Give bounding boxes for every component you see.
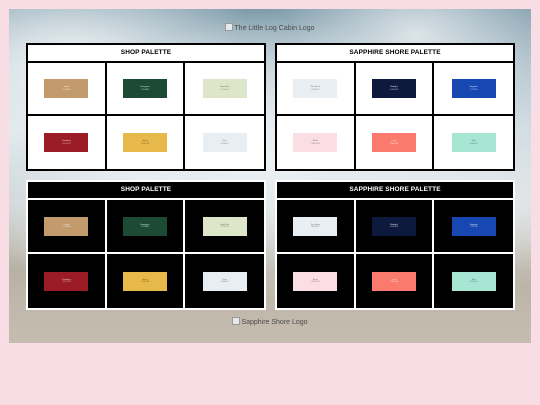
palette-title: SAPPHIRE SHORE PALETTE (277, 45, 513, 63)
color-swatch: Blush #FBDDE4 (293, 271, 338, 291)
swatch-cell: Camel #C39A6B (28, 63, 107, 116)
color-swatch: Sea Foam #E8EEF1 (293, 79, 338, 98)
color-swatch: Mint #A8E6D4 (451, 133, 496, 152)
swatch-cell: Sage Mist #DDE6C9 (185, 63, 264, 116)
swatch-cell: Mint #A8E6D4 (434, 116, 513, 169)
swatch-cell: Evergreen #1D4A34 (106, 200, 186, 254)
swatch-hex: #DDE6C9 (220, 226, 230, 228)
color-swatch: Cranberry #9C1C25 (44, 133, 89, 152)
swatch-hex: #FBDDE4 (310, 142, 320, 145)
palette-title: SHOP PALETTE (28, 182, 264, 200)
bottom-logo-alt-text: Sapphire Shore Logo (241, 319, 308, 326)
swatch-cell: Midnight #0D1A3D (355, 200, 435, 254)
swatch-hex: #A8E6D4 (469, 142, 478, 145)
color-swatch: Mint #A8E6D4 (451, 271, 496, 291)
color-swatch: Camel #C39A6B (44, 79, 89, 98)
swatch-hex: #E8EFF2 (220, 142, 229, 145)
swatch-hex: #A8E6D4 (469, 281, 478, 283)
color-swatch: Sage Mist #DDE6C9 (202, 79, 247, 98)
swatch-hex: #9C1C25 (62, 281, 71, 283)
swatch-cell: Camel #C39A6B (28, 200, 107, 254)
swatch-hex: #1747B0 (469, 88, 478, 91)
swatch-hex: #C39A6B (62, 226, 71, 228)
color-swatch: Sapphire #1747B0 (451, 216, 496, 236)
swatch-hex: #0D1A3D (389, 226, 399, 228)
palette-title: SHOP PALETTE (28, 45, 264, 63)
swatch-cell: Sapphire #1747B0 (434, 200, 513, 254)
palette-title: SAPPHIRE SHORE PALETTE (277, 182, 513, 200)
swatch-cell: Sage Mist #DDE6C9 (185, 200, 264, 254)
color-swatch: Camel #C39A6B (44, 216, 89, 236)
top-logo-alt-text: The Little Log Cabin Logo (234, 25, 315, 32)
swatch-hex: #E8EEF1 (311, 88, 320, 91)
swatch-grid: Camel #C39A6B Evergreen #1D4A34 Sage Mist #DD… (28, 63, 264, 169)
shop-palette-light: SHOP PALETTE Camel #C39A6B Evergreen #1D4A3… (26, 43, 266, 171)
swatch-grid: Sea Foam #E8EEF1 Midnight #0D1A3D Sapphire #1… (277, 200, 513, 308)
swatch-cell: Honey #E6B94A (106, 254, 186, 308)
swatch-hex: #E8EFF2 (220, 281, 229, 283)
color-swatch: Blush #FBDDE4 (293, 133, 338, 152)
swatch-hex: #C39A6B (62, 88, 71, 91)
color-swatch: Frost #E8EFF2 (202, 271, 247, 291)
broken-image-icon (225, 23, 234, 31)
color-swatch: Coral #FA7A6E (371, 271, 416, 291)
swatch-cell: Cranberry #9C1C25 (28, 254, 107, 308)
swatch-hex: #1D4A34 (140, 88, 150, 91)
swatch-hex: #E6B94A (140, 281, 150, 283)
swatch-hex: #FA7A6E (389, 281, 399, 283)
swatch-hex: #0D1A3D (389, 88, 399, 91)
swatch-grid: Sea Foam #E8EEF1 Midnight #0D1A3D Sapphire #1… (277, 63, 513, 169)
color-swatch: Honey #E6B94A (122, 271, 167, 291)
swatch-hex: #DDE6C9 (220, 88, 230, 91)
color-swatch: Sapphire #1747B0 (451, 79, 496, 98)
swatch-hex: #E6B94A (140, 142, 150, 145)
swatch-hex: #FA7A6E (389, 142, 399, 145)
swatch-cell: Sea Foam #E8EEF1 (277, 63, 356, 116)
swatch-cell: Blush #FBDDE4 (277, 254, 356, 308)
swatch-cell: Coral #FA7A6E (355, 254, 435, 308)
broken-image-icon (232, 317, 241, 325)
hero-background: The Little Log Cabin Logo SHOP PALETTE C… (9, 9, 531, 343)
sapphire-shore-palette-light: SAPPHIRE SHORE PALETTE Sea Foam #E8EEF1 Mi… (275, 43, 515, 171)
swatch-hex: #E8EEF1 (311, 226, 320, 228)
color-swatch: Coral #FA7A6E (371, 133, 416, 152)
swatch-hex: #1747B0 (469, 226, 478, 228)
swatch-cell: Sea Foam #E8EEF1 (277, 200, 356, 254)
color-swatch: Evergreen #1D4A34 (122, 216, 167, 236)
shop-palette-dark: SHOP PALETTE Camel #C39A6B Evergreen #1D4A3… (26, 180, 266, 310)
color-swatch: Frost #E8EFF2 (202, 133, 247, 152)
swatch-cell: Evergreen #1D4A34 (106, 63, 186, 116)
swatch-cell: Honey #E6B94A (106, 116, 186, 169)
swatch-cell: Sapphire #1747B0 (434, 63, 513, 116)
color-swatch: Cranberry #9C1C25 (44, 271, 89, 291)
swatch-hex: #1D4A34 (140, 226, 150, 228)
color-swatch: Midnight #0D1A3D (371, 216, 416, 236)
color-swatch: Honey #E6B94A (122, 133, 167, 152)
top-logo: The Little Log Cabin Logo (9, 23, 531, 32)
swatch-cell: Mint #A8E6D4 (434, 254, 513, 308)
swatch-cell: Blush #FBDDE4 (277, 116, 356, 169)
swatch-cell: Midnight #0D1A3D (355, 63, 435, 116)
swatch-grid: Camel #C39A6B Evergreen #1D4A34 Sage Mist #DD… (28, 200, 264, 308)
color-swatch: Sea Foam #E8EEF1 (293, 216, 338, 236)
bottom-logo: Sapphire Shore Logo (9, 317, 531, 326)
swatch-cell: Cranberry #9C1C25 (28, 116, 107, 169)
color-swatch: Midnight #0D1A3D (371, 79, 416, 98)
sapphire-shore-palette-dark: SAPPHIRE SHORE PALETTE Sea Foam #E8EEF1 Mi… (275, 180, 515, 310)
color-swatch: Evergreen #1D4A34 (122, 79, 167, 98)
color-swatch: Sage Mist #DDE6C9 (202, 216, 247, 236)
swatch-cell: Coral #FA7A6E (355, 116, 435, 169)
swatch-hex: #FBDDE4 (310, 281, 320, 283)
swatch-cell: Frost #E8EFF2 (185, 116, 264, 169)
swatch-cell: Frost #E8EFF2 (185, 254, 264, 308)
swatch-hex: #9C1C25 (62, 142, 71, 145)
